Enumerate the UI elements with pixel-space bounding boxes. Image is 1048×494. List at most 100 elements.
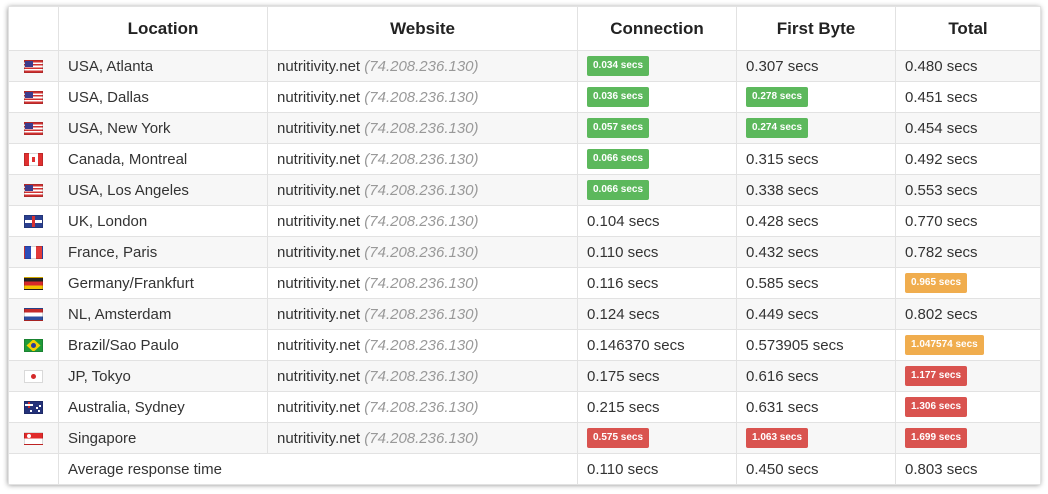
website-cell: nutritivity.net (74.208.236.130) [267,360,578,392]
table-body: USA, Atlanta nutritivity.net (74.208.236.… [8,50,1041,485]
header-total: Total [895,6,1041,51]
website-host: nutritivity.net [277,336,361,354]
flag-cell [8,422,59,454]
average-flag-cell [8,453,59,485]
response-time-panel: Location Website Connection First Byte T… [8,6,1041,485]
total-cell: 0.480 secs [895,50,1041,82]
status-badge: 1.047574 secs [905,335,984,355]
flag-cell [8,298,59,330]
website-cell: nutritivity.net (74.208.236.130) [267,205,578,237]
location-cell: Canada, Montreal [58,143,268,175]
usa-flag-icon [24,60,43,74]
website-cell: nutritivity.net (74.208.236.130) [267,267,578,299]
total-cell: 1.699 secs [895,422,1041,454]
location-cell: USA, Los Angeles [58,174,268,206]
france-flag-icon [24,246,43,260]
connection-cell: 0.036 secs [577,81,737,113]
flag-cell [8,50,59,82]
table-row: France, Paris nutritivity.net (74.208.236… [8,236,1041,268]
total-cell: 1.306 secs [895,391,1041,423]
canada-flag-icon [24,153,43,167]
website-host: nutritivity.net [277,150,361,168]
average-total: 0.803 secs [895,453,1041,485]
usa-flag-icon [24,122,43,136]
website-cell: nutritivity.net (74.208.236.130) [267,236,578,268]
status-badge: 0.965 secs [905,273,968,293]
flag-cell [8,391,59,423]
location-cell: USA, New York [58,112,268,144]
website-ip: (74.208.236.130) [364,212,479,230]
total-cell: 0.553 secs [895,174,1041,206]
flag-cell [8,267,59,299]
header-location: Location [58,6,268,51]
usa-flag-icon [24,91,43,105]
website-ip: (74.208.236.130) [364,274,479,292]
table-row: Singapore nutritivity.net (74.208.236.130… [8,422,1041,454]
website-cell: nutritivity.net (74.208.236.130) [267,143,578,175]
connection-cell: 0.110 secs [577,236,737,268]
first-byte-cell: 1.063 secs [736,422,896,454]
header-flag [8,6,59,51]
connection-cell: 0.057 secs [577,112,737,144]
first-byte-cell: 0.449 secs [736,298,896,330]
website-host: nutritivity.net [277,305,361,323]
website-host: nutritivity.net [277,212,361,230]
website-ip: (74.208.236.130) [364,181,479,199]
total-cell: 0.965 secs [895,267,1041,299]
australia-flag-icon [24,401,43,415]
table-row: UK, London nutritivity.net (74.208.236.13… [8,205,1041,237]
average-connection: 0.110 secs [577,453,737,485]
total-cell: 0.454 secs [895,112,1041,144]
total-cell: 0.492 secs [895,143,1041,175]
connection-cell: 0.066 secs [577,143,737,175]
website-host: nutritivity.net [277,274,361,292]
website-cell: nutritivity.net (74.208.236.130) [267,174,578,206]
connection-cell: 0.104 secs [577,205,737,237]
website-ip: (74.208.236.130) [364,398,479,416]
total-cell: 1.047574 secs [895,329,1041,361]
connection-cell: 0.066 secs [577,174,737,206]
website-host: nutritivity.net [277,181,361,199]
singapore-flag-icon [24,432,43,446]
status-badge: 1.063 secs [746,428,809,448]
status-badge: 0.066 secs [587,180,650,200]
total-cell: 1.177 secs [895,360,1041,392]
location-cell: UK, London [58,205,268,237]
website-cell: nutritivity.net (74.208.236.130) [267,391,578,423]
connection-cell: 0.175 secs [577,360,737,392]
germany-flag-icon [24,277,43,291]
flag-cell [8,143,59,175]
first-byte-cell: 0.585 secs [736,267,896,299]
website-host: nutritivity.net [277,57,361,75]
first-byte-cell: 0.338 secs [736,174,896,206]
connection-cell: 0.034 secs [577,50,737,82]
website-host: nutritivity.net [277,119,361,137]
location-cell: NL, Amsterdam [58,298,268,330]
connection-cell: 0.116 secs [577,267,737,299]
website-host: nutritivity.net [277,367,361,385]
website-cell: nutritivity.net (74.208.236.130) [267,329,578,361]
connection-cell: 0.124 secs [577,298,737,330]
connection-cell: 0.575 secs [577,422,737,454]
website-cell: nutritivity.net (74.208.236.130) [267,298,578,330]
average-first-byte: 0.450 secs [736,453,896,485]
flag-cell [8,205,59,237]
brazil-flag-icon [24,339,43,353]
first-byte-cell: 0.631 secs [736,391,896,423]
website-cell: nutritivity.net (74.208.236.130) [267,422,578,454]
flag-cell [8,112,59,144]
website-ip: (74.208.236.130) [364,367,479,385]
connection-cell: 0.215 secs [577,391,737,423]
table-row: USA, Dallas nutritivity.net (74.208.236.1… [8,81,1041,113]
website-ip: (74.208.236.130) [364,150,479,168]
first-byte-cell: 0.428 secs [736,205,896,237]
first-byte-cell: 0.278 secs [736,81,896,113]
website-ip: (74.208.236.130) [364,88,479,106]
status-badge: 1.177 secs [905,366,968,386]
website-host: nutritivity.net [277,398,361,416]
status-badge: 0.057 secs [587,118,650,138]
total-cell: 0.770 secs [895,205,1041,237]
status-badge: 0.278 secs [746,87,809,107]
location-cell: Australia, Sydney [58,391,268,423]
flag-cell [8,81,59,113]
